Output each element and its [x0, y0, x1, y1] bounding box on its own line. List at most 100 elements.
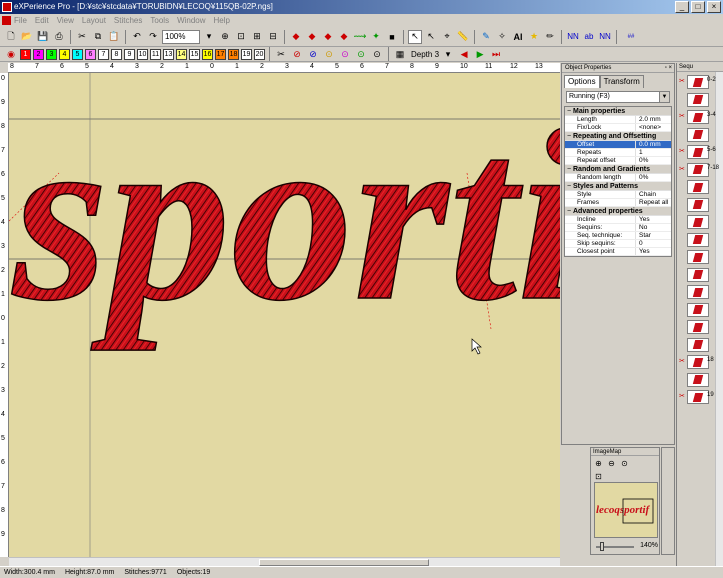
property-value[interactable]: No [635, 224, 671, 231]
property-value[interactable]: 0% [635, 174, 671, 181]
stitch-next-icon[interactable]: ◆ [305, 30, 319, 44]
property-row[interactable]: Skip sequins: 0 [565, 240, 671, 248]
sequence-item[interactable] [687, 355, 709, 369]
property-value[interactable]: 0.0 mm [635, 141, 671, 148]
sequence-item[interactable] [687, 110, 709, 124]
property-row[interactable]: Seq. technique: Star [565, 232, 671, 240]
design-text[interactable]: sportif [10, 79, 560, 352]
sequence-item[interactable] [687, 302, 709, 317]
needle-pink-icon[interactable]: ⊙ [338, 47, 352, 61]
horizontal-scrollbar[interactable] [9, 557, 560, 566]
color-swatch[interactable]: 13 [163, 48, 174, 60]
zoom-out-icon[interactable]: ⊖ [606, 458, 617, 469]
color-swatch[interactable]: 8 [111, 48, 122, 60]
zoom-box-icon[interactable]: ⊙ [619, 458, 630, 469]
sequence-scrollbar[interactable] [715, 72, 723, 566]
menu-tools[interactable]: Tools [150, 14, 169, 27]
app-icon[interactable] [2, 2, 12, 12]
property-row[interactable]: Incline Yes [565, 216, 671, 224]
property-group[interactable]: − Main properties [565, 107, 671, 116]
stitch-type-select[interactable]: Running (F3) ▼ [566, 91, 670, 103]
lettering-ab-icon[interactable]: ab [582, 30, 596, 44]
color-swatch[interactable]: 5 [72, 48, 83, 60]
jump-icon[interactable]: ⟿ [353, 30, 367, 44]
property-row[interactable]: Repeat offset 0% [565, 157, 671, 165]
copy-icon[interactable]: ⧉ [91, 30, 105, 44]
depth-dropdown-icon[interactable]: ▾ [441, 47, 455, 61]
property-row[interactable]: Repeats 1 [565, 149, 671, 157]
property-value[interactable]: Yes [635, 216, 671, 223]
menu-window[interactable]: Window [177, 14, 205, 27]
sequence-item[interactable] [687, 232, 709, 247]
color-swatch[interactable]: 1 [20, 48, 31, 60]
needle-dark-icon[interactable]: ⊙ [370, 47, 384, 61]
lettering-nn-icon[interactable]: NN [566, 30, 580, 44]
sequence-item[interactable] [687, 337, 709, 352]
imagemap-preview[interactable]: lecoqsportif [594, 482, 658, 538]
reshape-icon[interactable]: ⌖ [440, 30, 454, 44]
property-group[interactable]: − Random and Gradients [565, 165, 671, 174]
sequence-item[interactable] [687, 197, 709, 212]
sequence-item[interactable] [687, 145, 709, 159]
property-group[interactable]: − Advanced properties [565, 207, 671, 216]
redo-icon[interactable]: ↷ [146, 30, 160, 44]
property-value[interactable]: <none> [635, 124, 671, 131]
property-value[interactable]: 1 [635, 149, 671, 156]
needle-red-icon[interactable]: ⊘ [290, 47, 304, 61]
sequence-item[interactable] [687, 75, 709, 89]
color-swatch[interactable]: 20 [254, 48, 265, 60]
monogram-icon[interactable]: NN [598, 30, 612, 44]
color-swatch[interactable]: 2 [33, 48, 44, 60]
color-swatch[interactable]: 18 [228, 48, 239, 60]
minimize-button[interactable]: _ [675, 1, 689, 13]
zoom-slider-knob[interactable] [600, 542, 604, 551]
color-swatch[interactable]: 10 [137, 48, 148, 60]
sequence-item[interactable] [687, 267, 709, 282]
property-value[interactable]: 0 [635, 240, 671, 247]
menu-stitches[interactable]: Stitches [114, 14, 142, 27]
digitize-icon[interactable]: ✎ [479, 30, 493, 44]
cut-icon[interactable]: ✂ [75, 30, 89, 44]
panel-close-icon[interactable]: ▫ × [665, 64, 672, 73]
property-row[interactable]: Length 2.0 mm [565, 116, 671, 124]
color-swatch[interactable]: 4 [59, 48, 70, 60]
color-swatch[interactable]: 19 [241, 48, 252, 60]
sequence-item[interactable] [687, 320, 709, 334]
sequence-item[interactable] [687, 215, 709, 229]
menu-help[interactable]: Help [214, 14, 230, 27]
save-icon[interactable]: 💾 [36, 30, 50, 44]
color-swatch[interactable]: 14 [176, 48, 187, 60]
needle-green-icon[interactable]: ⊙ [354, 47, 368, 61]
property-value[interactable]: Repeat all [635, 199, 671, 206]
close-button[interactable]: × [707, 1, 721, 13]
play-back-icon[interactable]: ◀ [457, 47, 471, 61]
color-swatch[interactable]: 17 [215, 48, 226, 60]
depth-label[interactable]: Depth 3 [411, 50, 439, 59]
undo-icon[interactable]: ↶ [130, 30, 144, 44]
trim-icon[interactable]: ✦ [369, 30, 383, 44]
numbering-icon[interactable]: ## [621, 30, 641, 44]
open-folder-icon[interactable]: 📂 [20, 30, 34, 44]
zoom-select[interactable]: 100% [162, 29, 200, 44]
new-file-icon[interactable]: 🗋 [4, 30, 18, 44]
sequence-item[interactable] [687, 390, 709, 404]
property-row[interactable]: Frames Repeat all [565, 199, 671, 207]
property-group[interactable]: − Repeating and Offsetting [565, 132, 671, 141]
menu-edit[interactable]: Edit [35, 14, 49, 27]
color-swatch[interactable]: 6 [85, 48, 96, 60]
play-forward-icon[interactable]: ▶ [473, 47, 487, 61]
color-wheel-icon[interactable]: ◉ [4, 47, 18, 61]
property-value[interactable]: Chain [635, 191, 671, 198]
scroll-thumb[interactable] [259, 559, 429, 566]
sequence-item[interactable] [687, 372, 709, 387]
side-scrollbar[interactable] [661, 447, 675, 555]
select-arrow-icon[interactable]: ↖ [408, 29, 422, 44]
property-row[interactable]: Closest point Yes [565, 248, 671, 256]
paste-icon[interactable]: 📋 [107, 30, 121, 44]
property-row[interactable]: Random length 0% [565, 174, 671, 182]
tab-options[interactable]: Options [564, 75, 600, 88]
zoom-fit-icon[interactable]: ⊡ [234, 30, 248, 44]
step-forward-icon[interactable]: ⏭ [489, 47, 503, 61]
color-swatch[interactable]: 7 [98, 48, 109, 60]
maximize-button[interactable]: □ [691, 1, 705, 13]
